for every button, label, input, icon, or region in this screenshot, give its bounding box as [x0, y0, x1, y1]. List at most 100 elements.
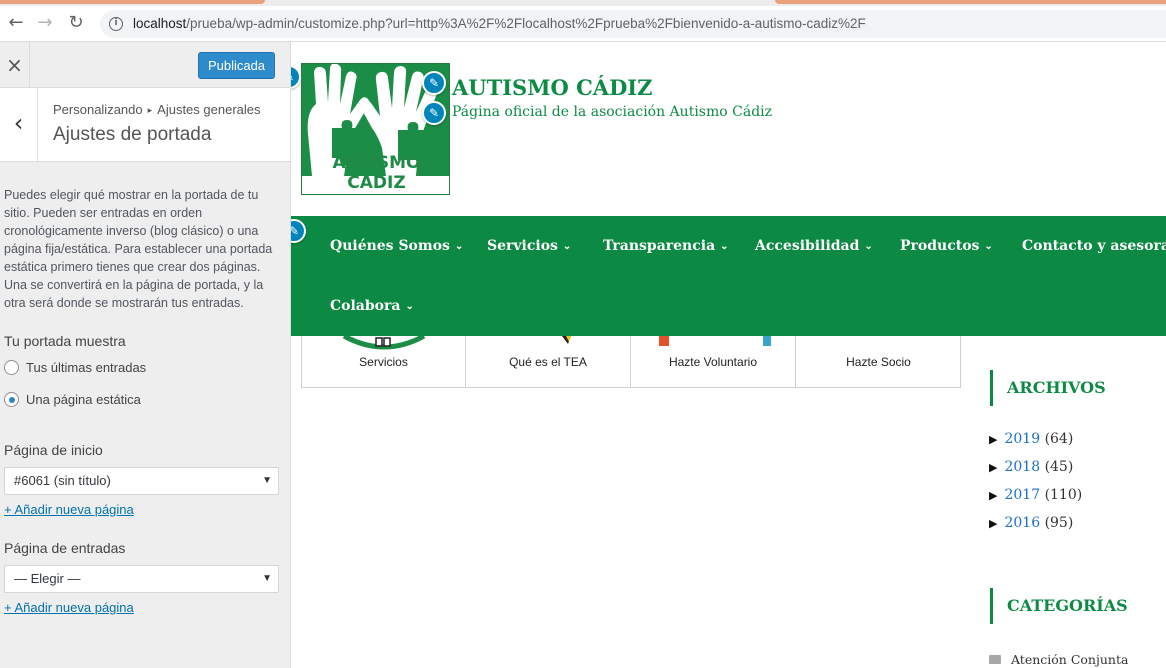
posts-select-value: — Elegir —: [14, 571, 81, 586]
edit-shortcut-icon[interactable]: ✎: [291, 219, 306, 243]
archive-year-link[interactable]: 2019: [1004, 431, 1040, 447]
site-preview: ✎ AUTISMO CÁDIZ ✎ ✎ AUTISMO CÁDIZ Página…: [291, 42, 1166, 668]
back-arrow-icon[interactable]: ←: [4, 11, 28, 35]
posts-page-label: Página de entradas: [4, 540, 126, 556]
section-title: Ajustes de portada: [53, 124, 212, 145]
url-path: /prueba/wp-admin/customize.php?url=http%…: [186, 16, 866, 31]
breadcrumb-current: Ajustes generales: [157, 102, 261, 117]
section-description: Puedes elegir qué mostrar en la portada …: [4, 188, 273, 310]
customizer-sidebar: × Publicada ‹ Personalizando ▸ Ajustes gen…: [0, 42, 291, 668]
breadcrumb: Personalizando ▸ Ajustes generales: [53, 102, 261, 117]
feature-box-label: Hazte Voluntario: [668, 355, 758, 369]
nav-item-transparencia[interactable]: Transparencia ⌄: [603, 238, 729, 254]
browser-toolbar: ← → ↻ i localhost/prueba/wp-admin/custom…: [0, 6, 1166, 42]
section-header: ‹ Personalizando ▸ Ajustes generales Ajust…: [0, 88, 290, 162]
archive-year-link[interactable]: 2018: [1004, 459, 1040, 475]
nav-item-contacto[interactable]: Contacto y asesorami: [1022, 238, 1166, 254]
tea-icon: [562, 336, 571, 344]
nav-item-colabora[interactable]: Colabora ⌄: [330, 298, 414, 314]
chevron-down-icon: ⌄: [405, 301, 414, 312]
archive-count: (45): [1044, 459, 1074, 475]
forward-arrow-icon[interactable]: →: [33, 11, 57, 35]
archive-count: (64): [1044, 431, 1074, 447]
nav-item-productos[interactable]: Productos ⌄: [900, 238, 993, 254]
archive-year-link[interactable]: 2017: [1004, 487, 1040, 503]
radio-label: Tus últimas entradas: [26, 360, 147, 375]
feature-box-label: Hazte Socio: [846, 355, 911, 369]
edit-shortcut-icon[interactable]: ✎: [422, 101, 446, 125]
feature-box-que-es-tea[interactable]: Qué es el TEA: [466, 336, 631, 387]
archive-count: (110): [1044, 487, 1083, 503]
dropdown-caret-icon: ▼: [262, 475, 272, 486]
nav-item-accesibilidad[interactable]: Accesibilidad ⌄: [755, 238, 873, 254]
breadcrumb-parent: Personalizando: [53, 102, 143, 117]
chevron-down-icon: ⌄: [864, 241, 873, 252]
browser-tab[interactable]: [0, 0, 265, 4]
folder-icon: [989, 655, 1001, 664]
add-new-page-link[interactable]: + Añadir nueva página: [4, 600, 134, 615]
customizer-header: × Publicada: [0, 42, 290, 88]
feature-box-label: Qué es el TEA: [509, 355, 587, 369]
feature-box-hazte-socio[interactable]: Hazte Socio: [796, 336, 961, 387]
feature-box-servicios[interactable]: Servicios: [302, 336, 466, 387]
homepage-select[interactable]: #6061 (sin título) ▼: [4, 467, 279, 495]
dropdown-caret-icon: ▼: [262, 573, 272, 584]
archives-widget-title: ARCHIVOS: [990, 370, 1106, 406]
nav-item-label: Accesibilidad: [755, 238, 860, 254]
voluntario-icon: [659, 336, 771, 346]
radio-latest-posts[interactable]: Tus últimas entradas: [4, 360, 146, 375]
chevron-down-icon: ⌄: [454, 241, 464, 252]
breadcrumb-separator-icon: ▸: [147, 105, 153, 115]
url-text[interactable]: localhost/prueba/wp-admin/customize.php?…: [133, 16, 866, 31]
chevron-down-icon: ⌄: [720, 241, 729, 252]
site-tagline: Página oficial de la asociación Autismo …: [452, 104, 773, 120]
triangle-right-icon: ▶: [989, 517, 998, 530]
radio-button[interactable]: [4, 360, 19, 375]
site-title[interactable]: AUTISMO CÁDIZ: [452, 75, 652, 100]
homepage-select-value: #6061 (sin título): [14, 473, 111, 488]
radio-static-page[interactable]: Una página estática: [4, 392, 141, 407]
archive-count: (95): [1044, 515, 1074, 531]
radio-label: Una página estática: [26, 392, 141, 407]
nav-item-servicios[interactable]: Servicios ⌄: [487, 238, 571, 254]
homepage-label: Página de inicio: [4, 442, 103, 458]
chevron-down-icon: ⌄: [984, 241, 993, 252]
browser-tab[interactable]: [775, 0, 1166, 4]
category-label: Atención Conjunta: [1011, 652, 1129, 667]
edit-shortcut-icon[interactable]: ✎: [291, 65, 301, 89]
nav-item-label: Colabora: [330, 298, 401, 314]
archive-item[interactable]: ▶ 2017 (110): [989, 487, 1082, 503]
archive-item[interactable]: ▶ 2018 (45): [989, 459, 1073, 475]
triangle-right-icon: ▶: [989, 461, 998, 474]
edit-shortcut-icon[interactable]: ✎: [422, 71, 446, 95]
triangle-right-icon: ▶: [989, 433, 998, 446]
triangle-right-icon: ▶: [989, 489, 998, 502]
feature-boxes: Servicios Qué es el TEA Hazte Voluntario…: [301, 336, 961, 388]
close-icon[interactable]: ×: [0, 42, 30, 88]
servicios-icon: [342, 336, 426, 350]
url-host: localhost: [133, 16, 187, 31]
radio-button-checked[interactable]: [4, 392, 19, 407]
info-icon[interactable]: i: [109, 17, 123, 31]
feature-box-label: Servicios: [359, 355, 408, 369]
archive-item[interactable]: ▶ 2019 (64): [989, 431, 1073, 447]
reload-icon[interactable]: ↻: [64, 11, 88, 35]
add-new-page-link[interactable]: + Añadir nueva página: [4, 502, 134, 517]
posts-page-select[interactable]: — Elegir — ▼: [4, 565, 279, 593]
primary-navigation: ✎ Quiénes Somos ⌄ Servicios ⌄ Transparenci…: [291, 216, 1166, 336]
address-bar[interactable]: i localhost/prueba/wp-admin/customize.ph…: [100, 10, 1166, 38]
chevron-down-icon: ⌄: [562, 241, 572, 252]
logo-text: AUTISMO CÁDIZ: [332, 153, 421, 193]
nav-item-label: Quiénes Somos: [330, 238, 450, 254]
nav-item-label: Transparencia: [603, 238, 716, 254]
back-chevron-icon[interactable]: ‹: [0, 88, 38, 162]
categories-widget-title: CATEGORÍAS: [990, 588, 1128, 624]
nav-item-label: Servicios: [487, 238, 558, 254]
publish-button[interactable]: Publicada: [198, 52, 275, 79]
nav-item-quienes-somos[interactable]: Quiénes Somos ⌄: [330, 238, 463, 254]
archive-year-link[interactable]: 2016: [1004, 515, 1040, 531]
archive-item[interactable]: ▶ 2016 (95): [989, 515, 1073, 531]
front-page-label: Tu portada muestra: [4, 333, 126, 349]
category-item[interactable]: Atención Conjunta: [989, 652, 1128, 667]
feature-box-hazte-voluntario[interactable]: Hazte Voluntario: [631, 336, 796, 387]
